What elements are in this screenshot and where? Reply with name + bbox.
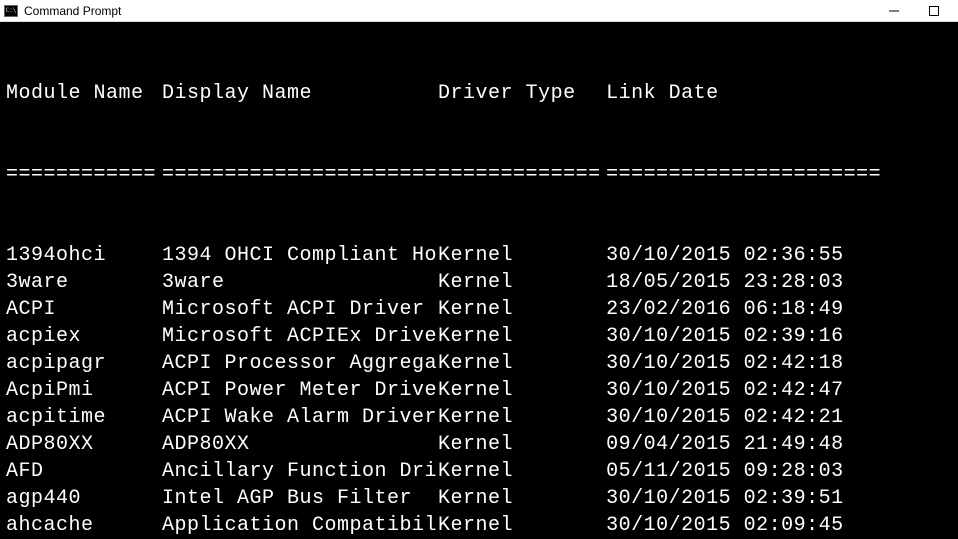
cell-date: 09/04/2015 21:49:48 bbox=[606, 431, 844, 458]
header-row: Module NameDisplay NameDriver TypeLink D… bbox=[6, 80, 952, 107]
cell-display: Intel AGP Bus Filter bbox=[162, 485, 438, 512]
cell-module: AcpiPmi bbox=[6, 377, 162, 404]
cell-date: 30/10/2015 02:39:16 bbox=[606, 323, 844, 350]
table-row: ahcacheApplication CompatibilKernel30/10… bbox=[6, 512, 952, 539]
divider-display: ====================== bbox=[162, 161, 438, 188]
cell-date: 05/11/2015 09:28:03 bbox=[606, 458, 844, 485]
cell-type: Kernel bbox=[438, 269, 606, 296]
cell-date: 23/02/2016 06:18:49 bbox=[606, 296, 844, 323]
cell-display: ACPI Power Meter Drive bbox=[162, 377, 438, 404]
cell-type: Kernel bbox=[438, 512, 606, 539]
divider-date: ====================== bbox=[606, 161, 881, 188]
table-row: agp440Intel AGP Bus FilterKernel30/10/20… bbox=[6, 485, 952, 512]
cell-module: acpitime bbox=[6, 404, 162, 431]
cell-date: 30/10/2015 02:42:21 bbox=[606, 404, 844, 431]
window-titlebar: Command Prompt bbox=[0, 0, 958, 22]
cell-display: Microsoft ACPI Driver bbox=[162, 296, 438, 323]
cell-date: 30/10/2015 02:39:51 bbox=[606, 485, 844, 512]
cell-date: 30/10/2015 02:42:18 bbox=[606, 350, 844, 377]
cell-module: agp440 bbox=[6, 485, 162, 512]
cell-display: 1394 OHCI Compliant Ho bbox=[162, 242, 438, 269]
cell-module: acpiex bbox=[6, 323, 162, 350]
cell-module: AFD bbox=[6, 458, 162, 485]
cell-module: 3ware bbox=[6, 269, 162, 296]
cell-date: 30/10/2015 02:09:45 bbox=[606, 512, 844, 539]
table-row: acpiexMicrosoft ACPIEx DriveKernel30/10/… bbox=[6, 323, 952, 350]
table-row: ACPIMicrosoft ACPI DriverKernel23/02/201… bbox=[6, 296, 952, 323]
table-row: 1394ohci1394 OHCI Compliant HoKernel30/1… bbox=[6, 242, 952, 269]
header-module: Module Name bbox=[6, 80, 162, 107]
cell-display: 3ware bbox=[162, 269, 438, 296]
cell-type: Kernel bbox=[438, 350, 606, 377]
terminal-output[interactable]: Module NameDisplay NameDriver TypeLink D… bbox=[0, 22, 958, 539]
cell-date: 30/10/2015 02:42:47 bbox=[606, 377, 844, 404]
table-row: AFDAncillary Function DriKernel05/11/201… bbox=[6, 458, 952, 485]
divider-module: ============ bbox=[6, 161, 162, 188]
cell-type: Kernel bbox=[438, 377, 606, 404]
cell-module: ADP80XX bbox=[6, 431, 162, 458]
cell-display: ACPI Wake Alarm Driver bbox=[162, 404, 438, 431]
cell-type: Kernel bbox=[438, 485, 606, 512]
cell-date: 30/10/2015 02:36:55 bbox=[606, 242, 844, 269]
cell-type: Kernel bbox=[438, 404, 606, 431]
cell-type: Kernel bbox=[438, 242, 606, 269]
header-type: Driver Type bbox=[438, 80, 606, 107]
header-date: Link Date bbox=[606, 80, 719, 107]
cell-module: acpipagr bbox=[6, 350, 162, 377]
minimize-button[interactable] bbox=[874, 1, 914, 21]
cell-module: ACPI bbox=[6, 296, 162, 323]
divider-row: ========================================… bbox=[6, 161, 952, 188]
divider-type: ============= bbox=[438, 161, 606, 188]
cell-display: ACPI Processor Aggrega bbox=[162, 350, 438, 377]
cell-type: Kernel bbox=[438, 458, 606, 485]
cell-display: Microsoft ACPIEx Drive bbox=[162, 323, 438, 350]
cell-module: ahcache bbox=[6, 512, 162, 539]
cell-display: Application Compatibil bbox=[162, 512, 438, 539]
cell-date: 18/05/2015 23:28:03 bbox=[606, 269, 844, 296]
cell-type: Kernel bbox=[438, 431, 606, 458]
maximize-button[interactable] bbox=[914, 1, 954, 21]
table-row: acpipagrACPI Processor AggregaKernel30/1… bbox=[6, 350, 952, 377]
cell-type: Kernel bbox=[438, 323, 606, 350]
header-display: Display Name bbox=[162, 80, 438, 107]
cell-type: Kernel bbox=[438, 296, 606, 323]
cell-display: ADP80XX bbox=[162, 431, 438, 458]
cell-module: 1394ohci bbox=[6, 242, 162, 269]
cell-display: Ancillary Function Dri bbox=[162, 458, 438, 485]
cmd-icon bbox=[4, 5, 18, 17]
table-row: 3ware3wareKernel18/05/2015 23:28:03 bbox=[6, 269, 952, 296]
window-title: Command Prompt bbox=[24, 4, 874, 18]
window-controls bbox=[874, 1, 954, 21]
table-row: acpitimeACPI Wake Alarm DriverKernel30/1… bbox=[6, 404, 952, 431]
table-row: AcpiPmiACPI Power Meter DriveKernel30/10… bbox=[6, 377, 952, 404]
table-row: ADP80XXADP80XXKernel09/04/2015 21:49:48 bbox=[6, 431, 952, 458]
